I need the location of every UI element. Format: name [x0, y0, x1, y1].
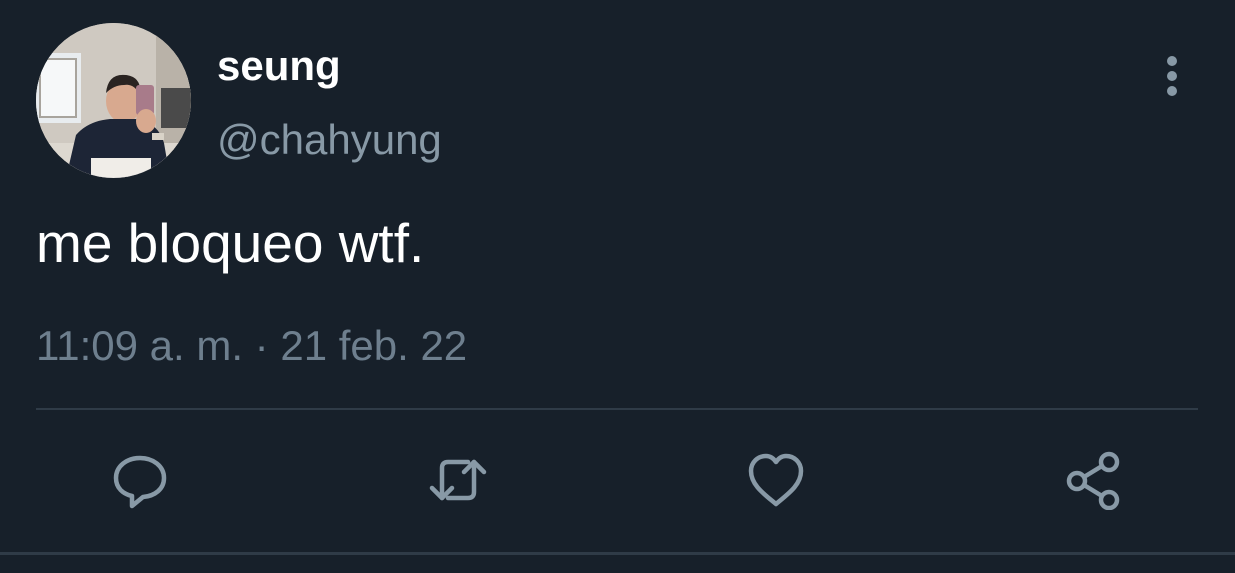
share-button[interactable] — [1063, 450, 1123, 510]
display-name[interactable]: seung — [217, 40, 341, 92]
retweet-icon — [429, 459, 487, 501]
avatar-photo — [36, 23, 191, 178]
avatar[interactable] — [36, 23, 191, 178]
retweet-button[interactable] — [428, 450, 488, 510]
heart-icon — [748, 453, 804, 507]
more-options-button[interactable] — [1150, 52, 1194, 100]
divider — [36, 408, 1198, 410]
divider-bottom — [0, 552, 1235, 555]
more-vertical-icon-dot — [1167, 71, 1177, 81]
like-button[interactable] — [746, 450, 806, 510]
tweet-timestamp[interactable]: 11:09 a. m. · 21 feb. 22 — [36, 320, 467, 372]
reply-button[interactable] — [110, 450, 170, 510]
reply-icon — [113, 455, 167, 509]
tweet-card: seung @chahyung me bloqueo wtf. 11:09 a.… — [0, 0, 1235, 573]
tweet-text: me bloqueo wtf. — [36, 212, 425, 274]
share-icon — [1066, 451, 1120, 510]
user-handle[interactable]: @chahyung — [217, 114, 442, 166]
more-vertical-icon — [1167, 56, 1177, 66]
more-vertical-icon-dot — [1167, 86, 1177, 96]
